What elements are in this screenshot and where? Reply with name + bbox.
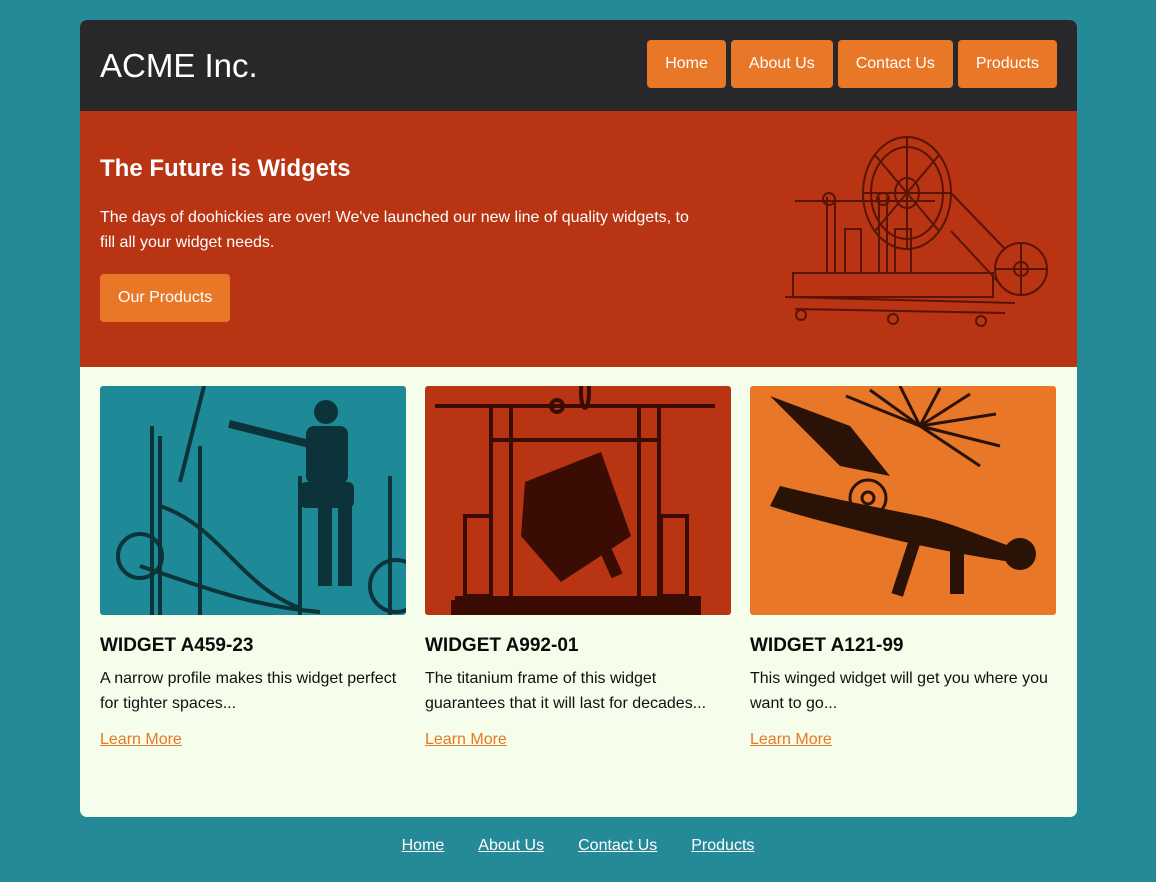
card-title: WIDGET A459-23 bbox=[100, 635, 254, 656]
hero-title: The Future is Widgets bbox=[100, 155, 351, 182]
nav-contact-button[interactable]: Contact Us bbox=[837, 40, 953, 88]
learn-more-link[interactable]: Learn More bbox=[100, 731, 182, 749]
hero-text: The days of doohickies are over! We've l… bbox=[100, 209, 689, 251]
card-description: A narrow profile makes this widget perfe… bbox=[100, 670, 397, 712]
card-description: The titanium frame of this widget guaran… bbox=[425, 670, 707, 712]
product-card: WIDGET A992-01 The titanium frame of thi… bbox=[425, 386, 731, 749]
main-nav: Home About Us Contact Us Products bbox=[647, 40, 1057, 88]
product-card: WIDGET A459-23 A narrow profile makes th… bbox=[100, 386, 406, 749]
footer-contact-link[interactable]: Contact Us bbox=[578, 837, 657, 855]
machine-illustration bbox=[784, 136, 1048, 327]
widget-a992-image bbox=[425, 386, 731, 615]
card-description: This winged widget will get you where yo… bbox=[750, 670, 1048, 712]
page-container: ACME Inc. Home About Us Contact Us Produ… bbox=[80, 20, 1077, 817]
product-card: WIDGET A121-99 This winged widget will g… bbox=[750, 386, 1056, 749]
product-cards: WIDGET A459-23 A narrow profile makes th… bbox=[100, 386, 1056, 749]
footer-products-link[interactable]: Products bbox=[691, 837, 754, 855]
hero-banner: The Future is Widgets The days of doohic… bbox=[80, 111, 1077, 367]
widget-a121-image bbox=[750, 386, 1056, 615]
site-footer: Home About Us Contact Us Products bbox=[0, 837, 1156, 855]
widget-a459-image bbox=[100, 386, 406, 615]
card-title: WIDGET A121-99 bbox=[750, 635, 904, 656]
learn-more-link[interactable]: Learn More bbox=[750, 731, 832, 749]
learn-more-link[interactable]: Learn More bbox=[425, 731, 507, 749]
nav-about-button[interactable]: About Us bbox=[730, 40, 833, 88]
card-title: WIDGET A992-01 bbox=[425, 635, 579, 656]
footer-about-link[interactable]: About Us bbox=[478, 837, 544, 855]
nav-products-button[interactable]: Products bbox=[957, 40, 1057, 88]
nav-home-button[interactable]: Home bbox=[647, 40, 726, 88]
site-header: ACME Inc. Home About Us Contact Us Produ… bbox=[80, 20, 1077, 111]
our-products-button[interactable]: Our Products bbox=[100, 274, 231, 322]
footer-home-link[interactable]: Home bbox=[402, 837, 445, 855]
site-logo: ACME Inc. bbox=[100, 47, 258, 84]
